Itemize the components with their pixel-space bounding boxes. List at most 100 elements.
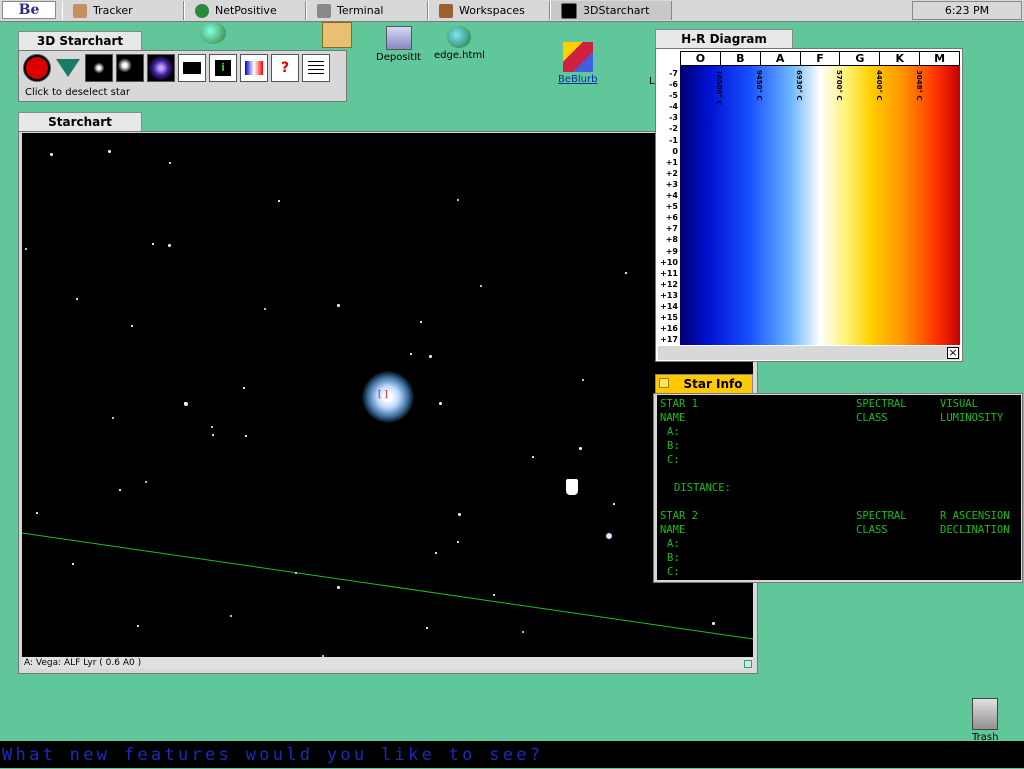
desktop-icon-folder[interactable]: [322, 22, 352, 48]
star[interactable]: [410, 353, 412, 355]
crosshair-icon[interactable]: [23, 54, 51, 82]
prompt-bar: What new features would you like to see?: [0, 741, 1024, 768]
task-label: Workspaces: [459, 4, 525, 17]
magnitude-label: +5: [665, 202, 678, 212]
selection-marker: [ ]: [378, 390, 388, 400]
star[interactable]: [493, 594, 495, 596]
star[interactable]: [458, 513, 461, 516]
zoom-box-icon[interactable]: [659, 378, 669, 388]
toolbar-window-tab[interactable]: 3D Starchart: [18, 31, 142, 50]
star[interactable]: [211, 426, 213, 428]
desktop-icon-depositit[interactable]: DepositIt: [376, 26, 421, 63]
task-workspaces[interactable]: Workspaces: [428, 1, 550, 20]
task-label: 3DStarchart: [583, 4, 650, 17]
info-icon[interactable]: i: [209, 54, 237, 82]
star[interactable]: [337, 304, 340, 307]
task-tracker[interactable]: Tracker: [62, 1, 184, 20]
star[interactable]: [264, 308, 266, 310]
starchart-window-tab[interactable]: Starchart: [18, 112, 142, 131]
star2-b: B:: [667, 552, 680, 564]
star[interactable]: [337, 586, 340, 589]
galaxy-icon[interactable]: [147, 54, 175, 82]
resize-handle[interactable]: [744, 660, 752, 668]
star-pair-icon[interactable]: [116, 54, 144, 82]
star[interactable]: [36, 512, 38, 514]
star[interactable]: [613, 503, 615, 505]
desktop-icon-trash[interactable]: Trash: [972, 698, 998, 743]
star[interactable]: [457, 199, 459, 201]
star[interactable]: [72, 563, 74, 565]
star[interactable]: [439, 402, 442, 405]
star[interactable]: [168, 244, 171, 247]
star[interactable]: [245, 435, 247, 437]
star[interactable]: [582, 379, 584, 381]
magnitude-label: -1: [669, 135, 678, 145]
star[interactable]: [108, 150, 111, 153]
temp-label: 9450° C: [755, 70, 763, 101]
icon-label: BeBlurb: [558, 74, 598, 85]
star2-class-label: CLASS: [856, 524, 888, 536]
help-icon[interactable]: ?: [271, 54, 299, 82]
close-icon[interactable]: ×: [947, 347, 959, 359]
star[interactable]: [625, 272, 627, 274]
desktop-icon-netpositive[interactable]: [200, 22, 226, 44]
hand-cursor-icon: [565, 478, 579, 496]
star[interactable]: [607, 534, 610, 537]
arrow-down-icon[interactable]: [54, 54, 82, 82]
star[interactable]: [76, 298, 78, 300]
star[interactable]: [429, 355, 432, 358]
star[interactable]: [278, 200, 280, 202]
spectral-class-header: O B A F G K M: [680, 51, 960, 66]
star[interactable]: [522, 631, 524, 633]
star[interactable]: [295, 572, 297, 574]
magnitude-label: -5: [669, 91, 678, 101]
magnitude-label: +14: [660, 301, 678, 311]
star[interactable]: [112, 417, 114, 419]
star1-label: STAR 1: [660, 398, 698, 410]
star2-dec-label: DECLINATION: [940, 524, 1010, 536]
window-icon[interactable]: [178, 54, 206, 82]
hr-window-tab[interactable]: H-R Diagram: [655, 29, 793, 48]
star[interactable]: [243, 387, 245, 389]
star[interactable]: [25, 248, 27, 250]
list-icon[interactable]: [302, 54, 330, 82]
star[interactable]: [457, 541, 459, 543]
magnitude-label: +4: [665, 191, 678, 201]
clock[interactable]: 6:23 PM: [912, 1, 1022, 20]
desktop-icon-beblurb[interactable]: BeBlurb: [558, 42, 598, 85]
task-terminal[interactable]: Terminal: [306, 1, 428, 20]
star[interactable]: [435, 552, 437, 554]
star[interactable]: [532, 456, 534, 458]
task-3dstarchart[interactable]: 3DStarchart: [550, 1, 672, 20]
task-netpositive[interactable]: NetPositive: [184, 1, 306, 20]
magnitude-label: 0: [672, 146, 678, 156]
star[interactable]: [152, 243, 154, 245]
hr-color-gradient[interactable]: [680, 66, 960, 345]
star-info-tab[interactable]: Star Info: [655, 374, 753, 393]
star-icon[interactable]: [85, 54, 113, 82]
desktop-icon-edge-html[interactable]: edge.html: [434, 26, 485, 61]
selected-star-vega[interactable]: [362, 371, 414, 423]
distance-label: DISTANCE:: [674, 482, 731, 494]
be-menu-button[interactable]: Be: [2, 1, 56, 19]
star[interactable]: [212, 434, 214, 436]
star[interactable]: [712, 622, 715, 625]
hr-diagram-icon[interactable]: [240, 54, 268, 82]
star[interactable]: [137, 625, 139, 627]
star[interactable]: [184, 402, 188, 406]
star[interactable]: [420, 321, 422, 323]
star[interactable]: [230, 615, 232, 617]
star[interactable]: [131, 325, 133, 327]
star[interactable]: [169, 162, 171, 164]
class-b: B: [721, 52, 761, 65]
star2-a: A:: [667, 538, 680, 550]
toolbar: i ?: [23, 54, 330, 82]
star[interactable]: [145, 481, 147, 483]
star[interactable]: [50, 153, 53, 156]
star[interactable]: [579, 447, 582, 450]
star[interactable]: [480, 285, 482, 287]
star[interactable]: [426, 627, 428, 629]
star-field[interactable]: [ ]: [22, 133, 753, 657]
star2-name-label: NAME: [660, 524, 686, 536]
star[interactable]: [119, 489, 121, 491]
